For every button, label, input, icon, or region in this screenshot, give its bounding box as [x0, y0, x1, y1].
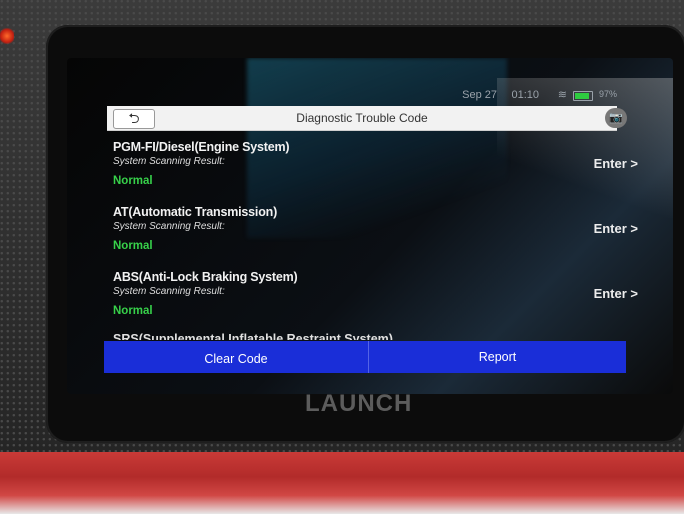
camera-icon: 📷 — [609, 112, 623, 124]
system-list: PGM-FI/Diesel(Engine System) System Scan… — [113, 140, 638, 335]
system-scan-label: System Scanning Result: — [113, 156, 225, 167]
page-title: Diagnostic Trouble Code — [296, 111, 428, 125]
enter-button[interactable]: Enter > — [594, 286, 638, 301]
system-name: ABS(Anti-Lock Braking System) — [113, 270, 298, 284]
clear-code-button[interactable]: Clear Code — [104, 341, 369, 373]
tablet-screen: Sep 27 01:10 ≋ 97% ⮌ Diagnostic Trouble … — [67, 58, 673, 394]
system-row-transmission[interactable]: AT(Automatic Transmission) System Scanni… — [113, 205, 638, 270]
power-led — [0, 28, 14, 44]
system-status: Normal — [113, 240, 153, 252]
action-bar: Clear Code Report — [104, 341, 626, 373]
system-row-srs-partial[interactable]: SRS(Supplemental Inflatable Restraint Sy… — [113, 332, 393, 340]
system-scan-label: System Scanning Result: — [113, 221, 225, 232]
report-button[interactable]: Report — [369, 341, 626, 373]
system-row-engine[interactable]: PGM-FI/Diesel(Engine System) System Scan… — [113, 140, 638, 205]
battery-icon — [573, 91, 593, 101]
status-date: Sep 27 — [462, 89, 497, 101]
battery-percent: 97% — [598, 89, 617, 99]
device-red-trim — [0, 452, 684, 514]
system-scan-label: System Scanning Result: — [113, 286, 225, 297]
system-status: Normal — [113, 175, 153, 187]
system-name: PGM-FI/Diesel(Engine System) — [113, 140, 290, 154]
screenshot-button[interactable]: 📷 — [605, 108, 627, 128]
launch-logo: LAUNCH — [305, 390, 413, 417]
enter-button[interactable]: Enter > — [594, 221, 638, 236]
wifi-icon: ≋ — [557, 89, 567, 101]
system-status: Normal — [113, 305, 153, 317]
title-bar: ⮌ Diagnostic Trouble Code 📷 — [107, 106, 627, 131]
enter-button[interactable]: Enter > — [594, 156, 638, 171]
system-name: AT(Automatic Transmission) — [113, 205, 278, 219]
system-row-abs[interactable]: ABS(Anti-Lock Braking System) System Sca… — [113, 270, 638, 335]
status-bar: Sep 27 01:10 ≋ 97% — [107, 86, 617, 104]
status-time: 01:10 — [511, 89, 539, 101]
